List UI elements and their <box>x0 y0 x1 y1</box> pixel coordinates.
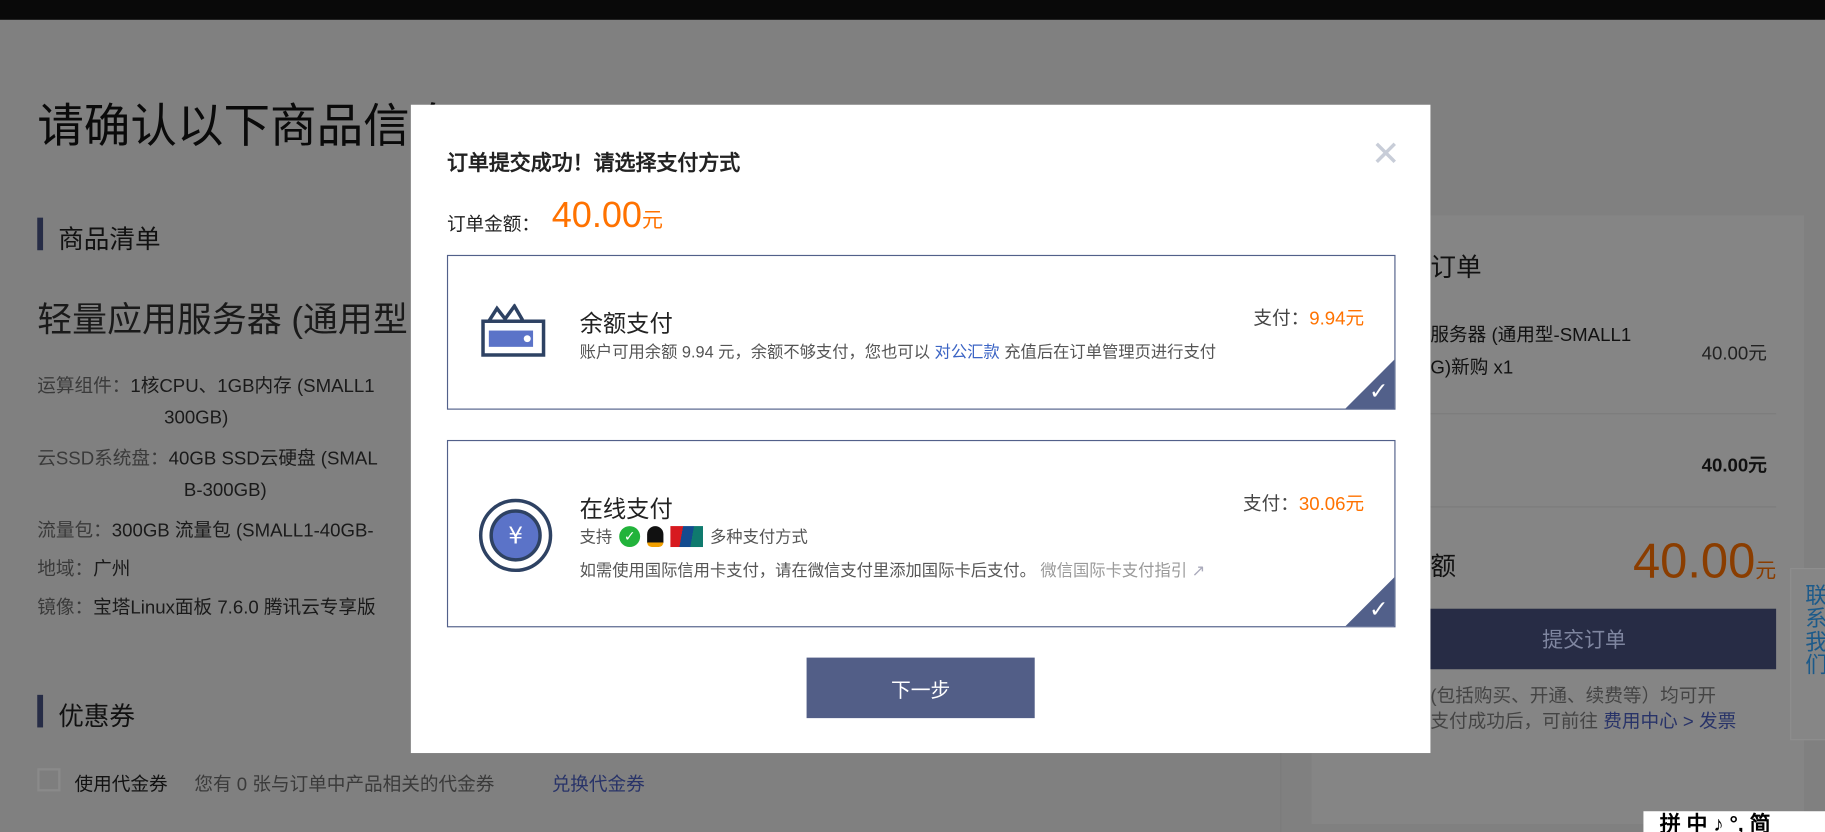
contact-us-label: 联系我们 <box>1805 584 1825 678</box>
spec-traffic: 流量包：300GB 流量包 (SMALL1-40GB- <box>37 516 373 547</box>
spec-region: 地域：广州 <box>37 554 130 585</box>
spec-value: 300GB 流量包 (SMALL1-40GB- <box>111 521 374 542</box>
contact-us-widget[interactable]: 联系我们 <box>1790 567 1825 741</box>
total-label: 额 <box>1430 551 1457 581</box>
checkmark-icon: ✓ <box>1369 379 1389 406</box>
order-panel-title: 订单 <box>1430 252 1482 282</box>
order-item-name: 服务器 (通用型-SMALL1 G)新购 x1 <box>1430 320 1631 385</box>
divider <box>1392 506 1777 508</box>
qq-pay-icon <box>647 526 664 548</box>
payment-method-dialog: 订单提交成功！请选择支付方式 ✕ 订单金额： 40.00元 余额支付 账户可用余… <box>410 104 1431 754</box>
external-link-icon: ↗ <box>1191 560 1206 580</box>
wechat-pay-icon: ✓ <box>619 526 641 548</box>
spec-value: 40GB SSD云硬盘 (SMAL <box>168 449 378 470</box>
yuan-coin-icon: ¥ <box>478 498 553 573</box>
section-marker <box>37 217 44 251</box>
online-pay-amount: 支付：30.06元 <box>1243 488 1364 516</box>
spec-value-cont: B-300GB) <box>183 480 267 501</box>
total-unit: 元 <box>1755 558 1777 582</box>
coupon-checkbox-label[interactable]: 使用代金券 <box>74 768 167 796</box>
online-pay-title: 在线支付 <box>579 496 673 523</box>
wallet-icon <box>481 303 546 357</box>
spec-label: 运算组件： <box>37 377 131 397</box>
top-nav-bar <box>0 0 1825 20</box>
pay-value: 9.94元 <box>1309 309 1365 330</box>
order-amount-label: 订单金额： <box>446 215 541 236</box>
dialog-title: 订单提交成功！请选择支付方式 <box>446 151 741 175</box>
desc-text: 账户可用余额 9.94 元，余额不够支付，您也可以 <box>579 342 930 361</box>
order-amount-value: 40.00 <box>551 194 642 236</box>
order-item-price: 40.00元 <box>1701 344 1767 365</box>
support-text: 多种支付方式 <box>709 527 808 546</box>
invoice-note: (包括购买、开通、续费等）均可开 支付成功后，可前往 费用中心 > 发票 <box>1430 684 1736 735</box>
order-subtotal: 40.00元 <box>1701 456 1767 477</box>
spec-label: 地域： <box>37 559 94 580</box>
spec-label: 流量包： <box>37 521 112 542</box>
section-marker <box>37 694 44 728</box>
next-step-button[interactable]: 下一步 <box>806 657 1035 719</box>
intl-card-guide-link[interactable]: 微信国际卡支付指引 <box>1040 561 1187 580</box>
note-line: 支付成功后，可前往 <box>1430 712 1599 733</box>
checkmark-icon: ✓ <box>1369 597 1389 623</box>
total-amount: 40.00元 <box>1633 533 1776 589</box>
close-icon[interactable]: ✕ <box>1371 137 1400 172</box>
note-line: (包括购买、开通、续费等）均可开 <box>1430 686 1716 707</box>
order-item-line: G)新购 x1 <box>1430 358 1514 379</box>
desc-text: 充值后在订单管理页进行支付 <box>1004 342 1217 361</box>
spec-label: 镜像： <box>37 598 94 619</box>
ime-toolbar[interactable]: 拼 中 ♪ °, 简 <box>1643 811 1825 832</box>
spec-value-cont: 300GB) <box>164 408 229 429</box>
spec-value: 广州 <box>93 559 131 580</box>
invoice-link[interactable]: 费用中心 > 发票 <box>1603 712 1736 732</box>
corporate-transfer-link[interactable]: 对公汇款 <box>935 342 1000 361</box>
submit-order-button[interactable]: 提交订单 <box>1392 608 1777 670</box>
payment-option-balance[interactable]: 余额支付 账户可用余额 9.94 元，余额不够支付，您也可以 对公汇款 充值后在… <box>446 254 1396 410</box>
note-text: 如需使用国际信用卡支付，请在微信支付里添加国际卡后支付。 <box>579 560 1036 580</box>
page-title: 请确认以下商品信息 <box>37 101 457 153</box>
supported-methods: 支持 ✓ 多种支付方式 <box>580 525 808 548</box>
spec-value: 宝塔Linux面板 7.6.0 腾讯云专享版 <box>93 598 376 619</box>
product-title: 轻量应用服务器 (通用型 <box>37 301 408 340</box>
total-value: 40.00 <box>1632 533 1756 588</box>
order-item-line: 服务器 (通用型-SMALL1 <box>1430 325 1632 346</box>
divider <box>1392 413 1777 415</box>
support-label: 支持 <box>579 527 613 546</box>
coupon-info: 您有 0 张与订单中产品相关的代金券 <box>194 775 495 795</box>
section-coupon-heading: 优惠券 <box>58 701 136 731</box>
balance-pay-title: 余额支付 <box>579 311 673 338</box>
order-amount: 40.00元 <box>552 194 663 236</box>
unionpay-icon <box>670 526 703 548</box>
coupon-checkbox[interactable] <box>37 768 61 792</box>
spec-cpu: 运算组件：1核CPU、1GB内存 (SMALL1 300GB) <box>37 371 374 434</box>
spec-label: 云SSD系统盘： <box>37 449 169 470</box>
spec-disk: 云SSD系统盘：40GB SSD云硬盘 (SMAL B-300GB) <box>37 443 377 506</box>
intl-card-note: 如需使用国际信用卡支付，请在微信支付里添加国际卡后支付。 微信国际卡支付指引 ↗ <box>580 559 1206 582</box>
redeem-coupon-link[interactable]: 兑换代金券 <box>552 768 645 796</box>
pay-value: 30.06元 <box>1298 494 1365 515</box>
section-products-heading: 商品清单 <box>58 224 161 254</box>
order-amount-unit: 元 <box>641 208 663 232</box>
svg-text:¥: ¥ <box>508 523 523 550</box>
balance-pay-desc: 账户可用余额 9.94 元，余额不够支付，您也可以 对公汇款 充值后在订单管理页… <box>580 340 1216 363</box>
pay-label: 支付： <box>1242 494 1299 515</box>
pay-label: 支付： <box>1253 309 1310 330</box>
payment-option-online[interactable]: ¥ 在线支付 支持 ✓ 多种支付方式 如需使用国际信用卡支付，请在微信支付里添加… <box>446 439 1396 628</box>
balance-pay-amount: 支付：9.94元 <box>1253 303 1364 331</box>
spec-value: 1核CPU、1GB内存 (SMALL1 <box>130 377 375 397</box>
spec-image: 镜像：宝塔Linux面板 7.6.0 腾讯云专享版 <box>37 592 375 623</box>
